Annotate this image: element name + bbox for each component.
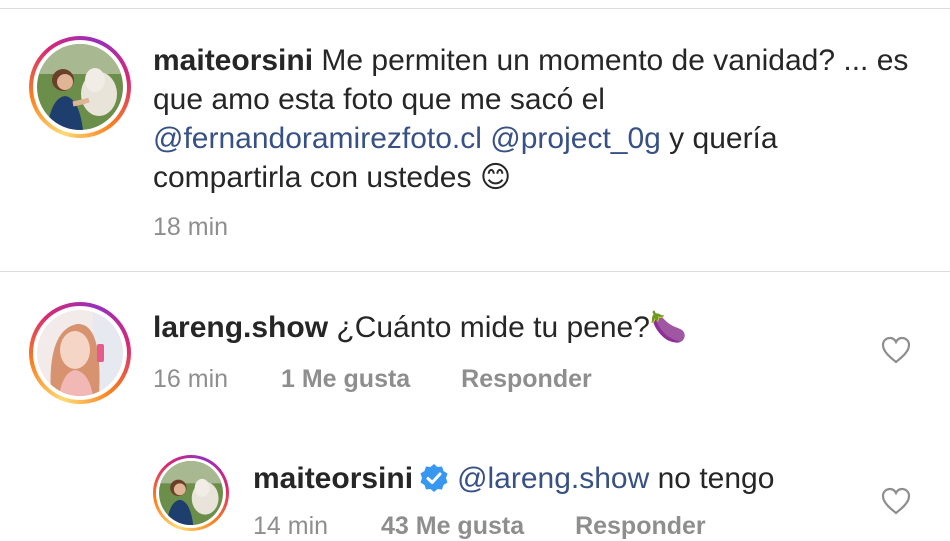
comment-text: lareng.show ¿Cuánto mide tu pene?🍆 [153, 308, 853, 347]
verified-badge-icon [420, 464, 448, 492]
reply-like-heart-icon[interactable] [881, 487, 911, 515]
avatar-photo [159, 461, 223, 525]
mention-link[interactable]: @fernandoramirezfoto.cl [153, 122, 482, 155]
reply-timestamp: 14 min [253, 512, 329, 540]
caption-username[interactable]: maiteorsini [153, 44, 313, 77]
reply-username[interactable]: maiteorsini [253, 462, 413, 495]
caption-text: maiteorsini Me permiten un momento de va… [153, 41, 913, 197]
reply-likes-link[interactable]: 43 Me gusta [381, 512, 524, 540]
eggplant-emoji: 🍆 [649, 311, 688, 344]
mention-link[interactable]: @project_0g [490, 122, 661, 155]
comment-likes-link[interactable]: 1 Me gusta [281, 365, 410, 393]
comment-timestamp: 16 min [153, 365, 229, 393]
caption-timestamp: 18 min [153, 213, 229, 241]
comment-body: ¿Cuánto mide tu pene? [328, 311, 650, 344]
reply-body: no tengo [649, 462, 775, 495]
comment-username[interactable]: lareng.show [153, 311, 328, 344]
reply-meta: 14 min 43 Me gusta Responder [253, 512, 706, 541]
reply-text: maiteorsini @lareng.show no tengo [253, 459, 873, 498]
comment-like-heart-icon[interactable] [881, 336, 911, 364]
reply-reply-button[interactable]: Responder [575, 512, 706, 540]
smile-emoji: 😊 [479, 161, 512, 194]
comment-reply-button[interactable]: Responder [461, 365, 592, 393]
avatar-photo [37, 310, 123, 396]
mention-link[interactable]: @lareng.show [457, 462, 649, 495]
divider [0, 271, 950, 272]
top-border [0, 0, 950, 9]
comment-meta: 16 min 1 Me gusta Responder [153, 365, 592, 394]
avatar-photo [37, 44, 123, 130]
